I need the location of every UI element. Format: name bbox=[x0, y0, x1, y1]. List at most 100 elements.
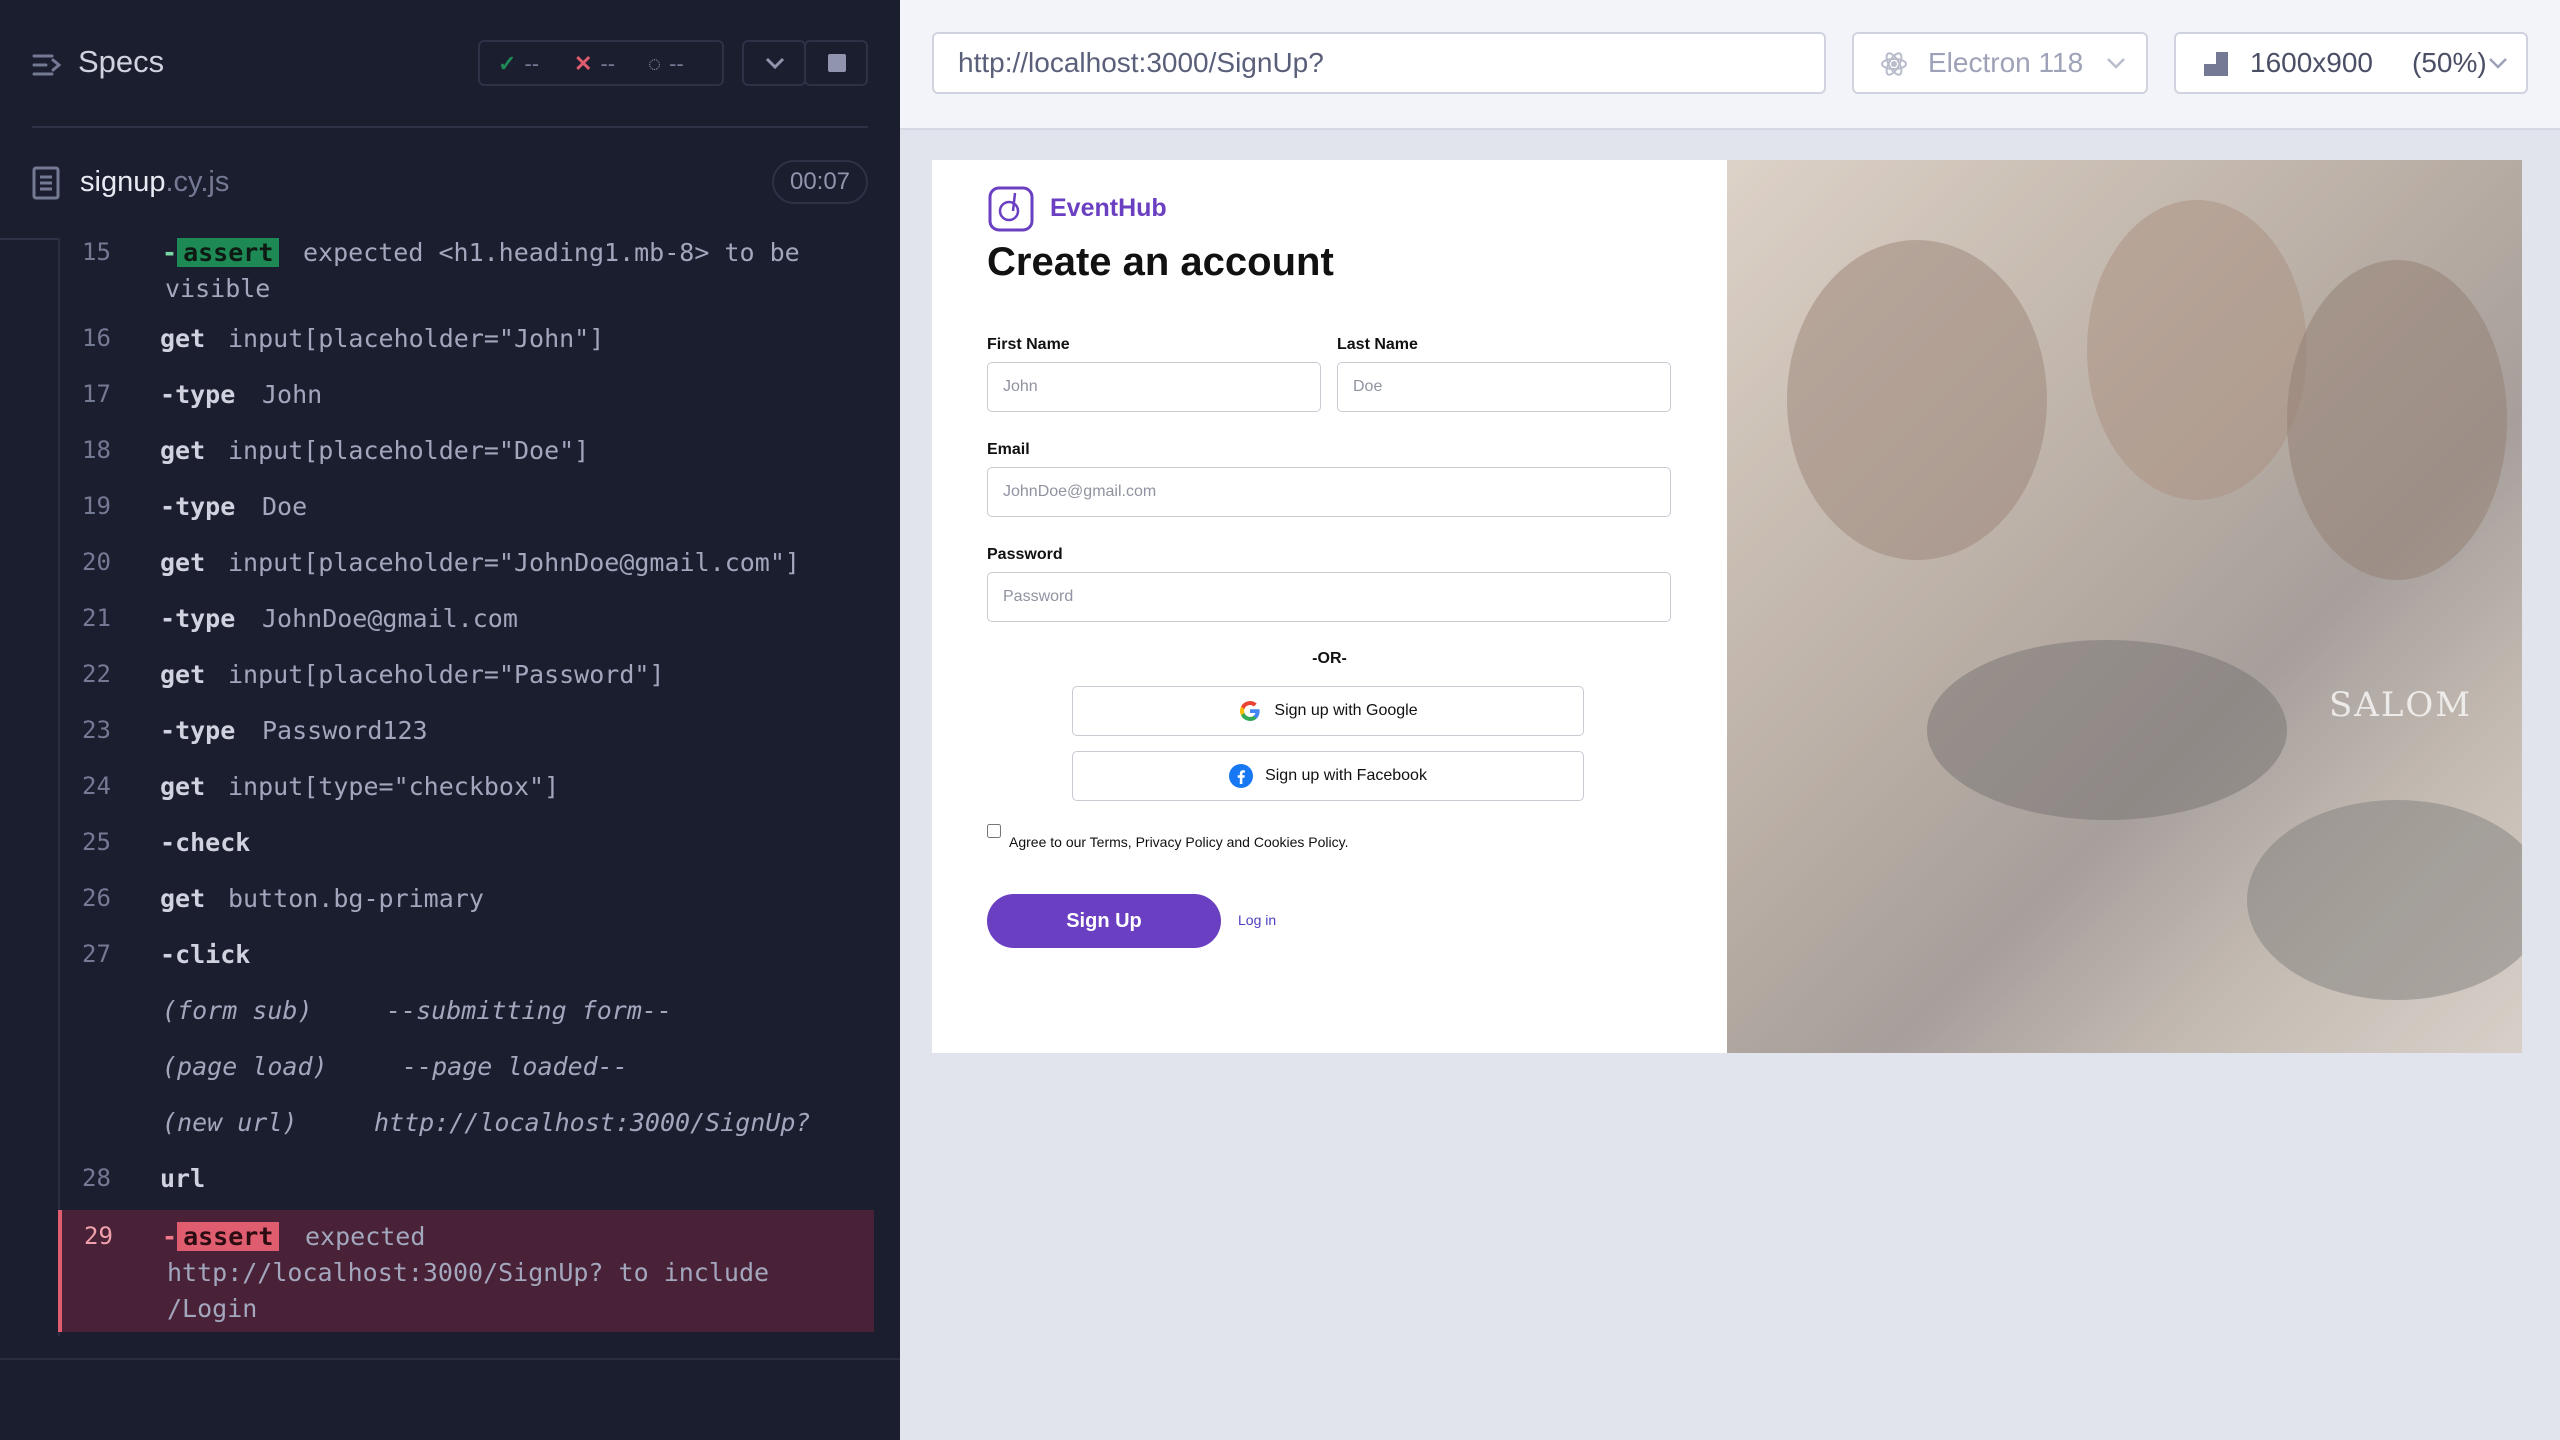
command-number: 18 bbox=[82, 436, 111, 464]
command-message: input[placeholder="John"] bbox=[228, 324, 605, 353]
command-number: 22 bbox=[82, 660, 111, 688]
spinner-icon: ◌ bbox=[648, 51, 662, 76]
stop-icon bbox=[828, 54, 846, 72]
chevron-down-icon bbox=[765, 57, 785, 70]
brand-name[interactable]: EventHub bbox=[1050, 194, 1167, 223]
app-viewport: SALOM EventHub Create an account First N… bbox=[932, 160, 2522, 1053]
assert-badge: assert bbox=[177, 1222, 280, 1251]
event-name: (page load) bbox=[162, 1052, 328, 1081]
command-message: http://localhost:3000/SignUp? to include bbox=[167, 1258, 770, 1287]
viewport-size: 1600x900 bbox=[2250, 47, 2374, 78]
photo-overlay bbox=[1727, 160, 2522, 1053]
command-name: get bbox=[160, 660, 206, 689]
viewport-scale: (50%) bbox=[2412, 47, 2487, 78]
document-icon bbox=[32, 166, 60, 200]
command-name: type bbox=[160, 716, 235, 745]
failed-count: ✕ -- bbox=[574, 51, 615, 77]
email-input[interactable] bbox=[987, 467, 1671, 517]
terms-text: Agree to our Terms, Privacy Policy and C… bbox=[1009, 834, 1349, 850]
viewport-selector[interactable]: 1600x900 (50%) bbox=[2174, 32, 2528, 94]
command-message: input[placeholder="Doe"] bbox=[228, 436, 590, 465]
command-name: - assert bbox=[162, 1222, 280, 1251]
command-message: button.bg-primary bbox=[228, 884, 484, 913]
command-number: 20 bbox=[82, 548, 111, 576]
password-input[interactable] bbox=[987, 572, 1671, 622]
terms-checkbox[interactable] bbox=[987, 824, 1001, 838]
google-signup-label: Sign up with Google bbox=[1274, 702, 1418, 719]
google-signup-button[interactable]: Sign up with Google bbox=[1072, 686, 1584, 736]
email-label: Email bbox=[987, 441, 1030, 458]
facebook-signup-button[interactable]: Sign up with Facebook bbox=[1072, 751, 1584, 801]
signup-button[interactable]: Sign Up bbox=[987, 894, 1221, 948]
command-message: JohnDoe@gmail.com bbox=[262, 604, 518, 633]
assert-badge: assert bbox=[177, 238, 280, 267]
command-message: input[placeholder="Password"] bbox=[228, 660, 665, 689]
google-icon bbox=[1240, 701, 1260, 721]
url-bar[interactable]: http://localhost:3000/SignUp? bbox=[932, 32, 1826, 94]
command-name: type bbox=[160, 380, 235, 409]
ruler-icon bbox=[2204, 52, 2228, 76]
stop-button[interactable] bbox=[804, 40, 868, 86]
command-message: input[type="checkbox"] bbox=[228, 772, 560, 801]
command-name: type bbox=[160, 604, 235, 633]
command-message: expected bbox=[305, 1222, 426, 1251]
command-number: 21 bbox=[82, 604, 111, 632]
pending-value: -- bbox=[669, 51, 684, 76]
test-stats: ✓ -- ✕ -- ◌ -- bbox=[478, 40, 724, 86]
command-assert-15[interactable]: 15 - assert expected <h1.heading1.mb-8> t… bbox=[60, 238, 870, 308]
command-name: check bbox=[160, 828, 250, 857]
command-number: 17 bbox=[82, 380, 111, 408]
specs-title[interactable]: Specs bbox=[78, 44, 164, 80]
first-name-input[interactable] bbox=[987, 362, 1321, 412]
command-name: - assert bbox=[162, 238, 280, 267]
command-number: 27 bbox=[82, 940, 111, 968]
last-name-input[interactable] bbox=[1337, 362, 1671, 412]
photo-sign: SALOM bbox=[2329, 685, 2473, 725]
eventhub-logo-icon bbox=[988, 186, 1034, 232]
spec-file-ext: .cy.js bbox=[165, 166, 230, 198]
event-message: --submitting form-- bbox=[386, 996, 672, 1025]
command-list: 15 - assert expected <h1.heading1.mb-8> t… bbox=[58, 238, 874, 1336]
cross-icon: ✕ bbox=[574, 51, 593, 76]
command-name: get bbox=[160, 884, 206, 913]
last-name-label: Last Name bbox=[1337, 336, 1418, 353]
command-number: 26 bbox=[82, 884, 111, 912]
header-divider bbox=[32, 126, 868, 128]
aut-header: http://localhost:3000/SignUp? Electron 1… bbox=[900, 0, 2560, 130]
facebook-signup-label: Sign up with Facebook bbox=[1265, 767, 1427, 784]
chevron-down-icon bbox=[2489, 58, 2507, 69]
electron-icon bbox=[1881, 52, 1907, 76]
event-name: (form sub) bbox=[162, 996, 313, 1025]
browser-selector[interactable]: Electron 118 bbox=[1852, 32, 2148, 94]
hero-photo: SALOM bbox=[1727, 160, 2522, 1053]
command-number: 16 bbox=[82, 324, 111, 352]
command-message: /Login bbox=[167, 1294, 258, 1323]
command-number: 29 bbox=[84, 1222, 113, 1250]
command-number: 15 bbox=[82, 238, 111, 266]
pending-count: ◌ -- bbox=[648, 51, 684, 77]
or-divider: -OR- bbox=[1312, 650, 1347, 667]
specs-menu-icon[interactable] bbox=[32, 50, 62, 80]
browser-label: Electron 118 bbox=[1928, 47, 2084, 78]
command-assert-29-failed[interactable]: 29 - assert expected http://localhost:300… bbox=[58, 1210, 874, 1332]
command-name: get bbox=[160, 548, 206, 577]
command-name: get bbox=[160, 436, 206, 465]
reporter-header: Specs ✓ -- ✕ -- ◌ -- bbox=[0, 0, 900, 128]
command-name: url bbox=[160, 1164, 206, 1193]
check-icon: ✓ bbox=[498, 51, 517, 76]
collapse-button[interactable] bbox=[742, 40, 806, 86]
spec-file-name[interactable]: signup.cy.js bbox=[80, 166, 229, 199]
password-label: Password bbox=[987, 546, 1063, 563]
chevron-down-icon bbox=[2107, 58, 2125, 69]
command-message: Password123 bbox=[262, 716, 428, 745]
signup-card: EventHub Create an account First Name La… bbox=[932, 160, 1727, 1053]
command-name: get bbox=[160, 324, 206, 353]
command-message: visible bbox=[165, 274, 271, 303]
event-name: (new url) bbox=[162, 1108, 298, 1137]
login-link[interactable]: Log in bbox=[1238, 912, 1276, 928]
passed-value: -- bbox=[524, 51, 540, 76]
command-name: type bbox=[160, 492, 235, 521]
command-message: Doe bbox=[262, 492, 308, 521]
facebook-icon bbox=[1229, 764, 1254, 788]
command-name: click bbox=[160, 940, 250, 969]
